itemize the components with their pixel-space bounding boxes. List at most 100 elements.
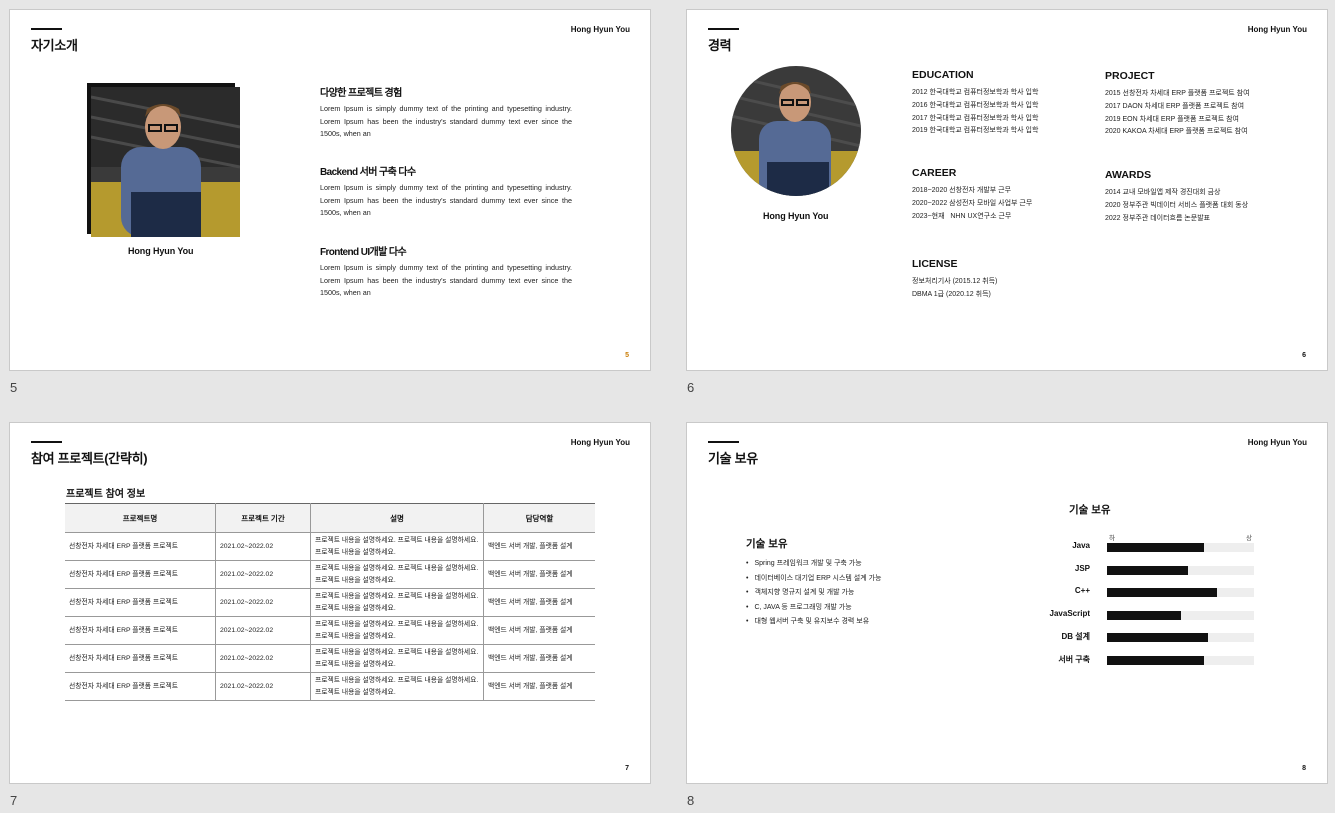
section-heading: PROJECT	[1105, 70, 1155, 82]
bar-label: 서버 구축	[1058, 654, 1090, 664]
slide-title: 참여 프로젝트(간략히)	[31, 451, 148, 466]
project-section: PROJECT 2015 선창전자 차세대 ERP 플랫폼 프로젝트 참여 20…	[1105, 70, 1250, 139]
career-line: 2018~2020 선창전자 개발부 근무	[912, 187, 1012, 194]
bar-label: JavaScript	[1049, 608, 1090, 618]
table-row: 선창전자 차세대 ERP 플랫폼 프로젝트 2021.02~2022.02 프로…	[65, 644, 595, 673]
table-cell: 선창전자 차세대 ERP 플랫폼 프로젝트	[65, 532, 216, 561]
author-name: Hong Hyun You	[570, 438, 630, 447]
bar-fill	[1107, 655, 1204, 665]
awards-line: 2022 정부주관 데이터흐름 논문발표	[1105, 214, 1211, 222]
title-rule	[31, 28, 62, 30]
table-cell: 2021.02~2022.02	[215, 644, 311, 673]
slide-thumbnail-8[interactable]: 기술 보유 Hong Hyun You 기술 보유 Spring 프레임워크 개…	[686, 422, 1328, 784]
author-name: Hong Hyun You	[1247, 25, 1307, 34]
license-line: 정보처리기사 (2015.12 취득)	[912, 278, 998, 285]
bar-label: JSP	[1074, 563, 1090, 573]
bar-label: Java	[1072, 541, 1090, 550]
profile-name: Hong Hyun You	[128, 246, 194, 256]
table-header-row: 프로젝트명 프로젝트 기간 설명 담당역할	[65, 503, 595, 533]
bar-label: DB 설계	[1061, 632, 1091, 641]
table-cell: 2021.02~2022.02	[215, 588, 311, 617]
feature-title: Frontend UI개발 다수	[320, 247, 407, 258]
page-number: 7	[625, 765, 629, 772]
bar-fill	[1107, 610, 1181, 620]
table-row: 선창전자 차세대 ERP 플랫폼 프로젝트 2021.02~2022.02 프로…	[65, 616, 595, 645]
career-line: 2020~2022 삼성전자 모바일 사업부 근무	[912, 199, 1033, 207]
table-cell: 백엔드 서버 개발, 플랫폼 설계	[483, 560, 595, 589]
project-line: 2019 EON 차세대 ERP 플랫폼 프로젝트 참여	[1105, 115, 1239, 123]
bar-track	[1107, 633, 1254, 642]
author-name: Hong Hyun You	[570, 25, 630, 34]
table-cell: 선창전자 차세대 ERP 플랫폼 프로젝트	[65, 588, 216, 617]
table-cell: 선창전자 차세대 ERP 플랫폼 프로젝트	[65, 672, 216, 701]
education-section: EDUCATION 2012 한국대학교 컴퓨터정보학과 학사 입학 2016 …	[912, 69, 1038, 138]
table-title: 프로젝트 참여 정보	[66, 489, 146, 500]
bar-fill	[1107, 633, 1208, 642]
profile-photo	[731, 66, 861, 196]
career-section: CAREER 2018~2020 선창전자 개발부 근무 2020~2022 삼…	[912, 167, 1032, 223]
list-item: 데이터베이스 대기업 ERP 시스템 설계 가능	[746, 572, 881, 587]
license-section: LICENSE 정보처리기사 (2015.12 취득) DBMA 1급 (202…	[912, 258, 997, 302]
project-line: 2020 KAKOA 차세대 ERP 플랫폼 프로젝트 참여	[1105, 128, 1248, 136]
page-number: 5	[625, 352, 629, 359]
project-table: 프로젝트명 프로젝트 기간 설명 담당역할 선창전자 차세대 ERP 플랫폼 프…	[65, 503, 595, 701]
table-cell: 2021.02~2022.02	[215, 560, 311, 589]
slide-number-label: 5	[10, 380, 18, 395]
table-row: 선창전자 차세대 ERP 플랫폼 프로젝트 2021.02~2022.02 프로…	[65, 588, 595, 617]
table-row: 선창전자 차세대 ERP 플랫폼 프로젝트 2021.02~2022.02 프로…	[65, 672, 595, 701]
page-number: 8	[1302, 765, 1306, 772]
profile-name: Hong Hyun You	[763, 211, 829, 221]
table-cell: 프로젝트 내용을 설명하세요. 프로젝트 내용을 설명하세요. 프로젝트 내용을…	[310, 672, 484, 701]
feature-text: Lorem Ipsum is simply dummy text of the …	[320, 183, 572, 218]
slide-thumbnail-6[interactable]: 경력 Hong Hyun You Hong Hyun You EDUCATION…	[686, 9, 1328, 371]
table-row: 선창전자 차세대 ERP 플랫폼 프로젝트 2021.02~2022.02 프로…	[65, 560, 595, 589]
slide-thumbnail-5[interactable]: 자기소개 Hong Hyun You Hong Hyun You 다양한 프로젝…	[9, 9, 651, 371]
feature-title: 다양한 프로젝트 경험	[320, 88, 402, 99]
table-cell: 프로젝트 내용을 설명하세요. 프로젝트 내용을 설명하세요. 프로젝트 내용을…	[310, 644, 484, 673]
skill-list: Spring 프레임워크 개발 및 구축 가능 데이터베이스 대기업 ERP 시…	[746, 557, 881, 630]
slide-number-label: 7	[10, 793, 18, 808]
section-heading: AWARDS	[1105, 169, 1152, 181]
table-cell: 선창전자 차세대 ERP 플랫폼 프로젝트	[65, 616, 216, 645]
bar-track	[1107, 655, 1254, 665]
table-cell: 선창전자 차세대 ERP 플랫폼 프로젝트	[65, 644, 216, 673]
list-item: C, JAVA 등 프로그래밍 개발 가능	[746, 601, 881, 616]
section-heading: EDUCATION	[912, 69, 974, 81]
education-line: 2017 한국대학교 컴퓨터정보학과 학사 입학	[912, 114, 1039, 122]
table-cell: 백엔드 서버 개발, 플랫폼 설계	[483, 532, 595, 561]
list-item: 대형 웹서버 구축 및 유지보수 경력 보유	[746, 615, 881, 630]
table-row: 선창전자 차세대 ERP 플랫폼 프로젝트 2021.02~2022.02 프로…	[65, 532, 595, 561]
column-header: 프로젝트 기간	[215, 503, 311, 533]
table-cell: 프로젝트 내용을 설명하세요. 프로젝트 내용을 설명하세요. 프로젝트 내용을…	[310, 588, 484, 617]
list-item: 객체지향 명규지 설계 및 개발 가능	[746, 586, 881, 601]
table-cell: 프로젝트 내용을 설명하세요. 프로젝트 내용을 설명하세요. 프로젝트 내용을…	[310, 560, 484, 589]
project-line: 2015 선창전자 차세대 ERP 플랫폼 프로젝트 참여	[1105, 90, 1250, 97]
bar-track	[1107, 543, 1254, 552]
page-number: 6	[1302, 352, 1306, 359]
bar-fill	[1107, 588, 1217, 597]
feature-block: Backend 서버 구축 다수 Lorem Ipsum is simply d…	[320, 163, 572, 220]
feature-text: Lorem Ipsum is simply dummy text of the …	[320, 263, 572, 298]
section-heading: LICENSE	[912, 258, 958, 270]
slide-thumbnail-7[interactable]: 참여 프로젝트(간략히) Hong Hyun You 프로젝트 참여 정보 프로…	[9, 422, 651, 784]
career-line: 2023~현재 NHN UX연구소 근무	[912, 212, 1012, 220]
column-header: 프로젝트명	[65, 503, 216, 533]
title-rule	[708, 28, 739, 30]
license-line: DBMA 1급 (2020.12 취득)	[912, 290, 991, 298]
table-cell: 2021.02~2022.02	[215, 616, 311, 645]
profile-photo	[91, 87, 240, 237]
awards-section: AWARDS 2014 교내 모바일앱 제작 경진대회 금상 2020 정부주관…	[1105, 169, 1248, 225]
column-header: 설명	[310, 503, 484, 533]
table-cell: 백엔드 서버 개발, 플랫폼 설계	[483, 672, 595, 701]
scale-high-label: 상	[1246, 535, 1252, 542]
education-line: 2016 한국대학교 컴퓨터정보학과 학사 입학	[912, 101, 1039, 109]
slide-title: 기술 보유	[708, 451, 758, 466]
list-item: Spring 프레임워크 개발 및 구축 가능	[746, 557, 881, 572]
slide-title: 경력	[708, 38, 732, 53]
slide-title: 자기소개	[31, 38, 78, 53]
bar-fill	[1107, 565, 1188, 575]
awards-line: 2020 정부주관 빅데이터 서비스 플랫폼 대회 동상	[1105, 201, 1249, 209]
table-cell: 선창전자 차세대 ERP 플랫폼 프로젝트	[65, 560, 216, 589]
slide-number-label: 6	[687, 380, 695, 395]
skill-list-heading: 기술 보유	[746, 538, 788, 550]
